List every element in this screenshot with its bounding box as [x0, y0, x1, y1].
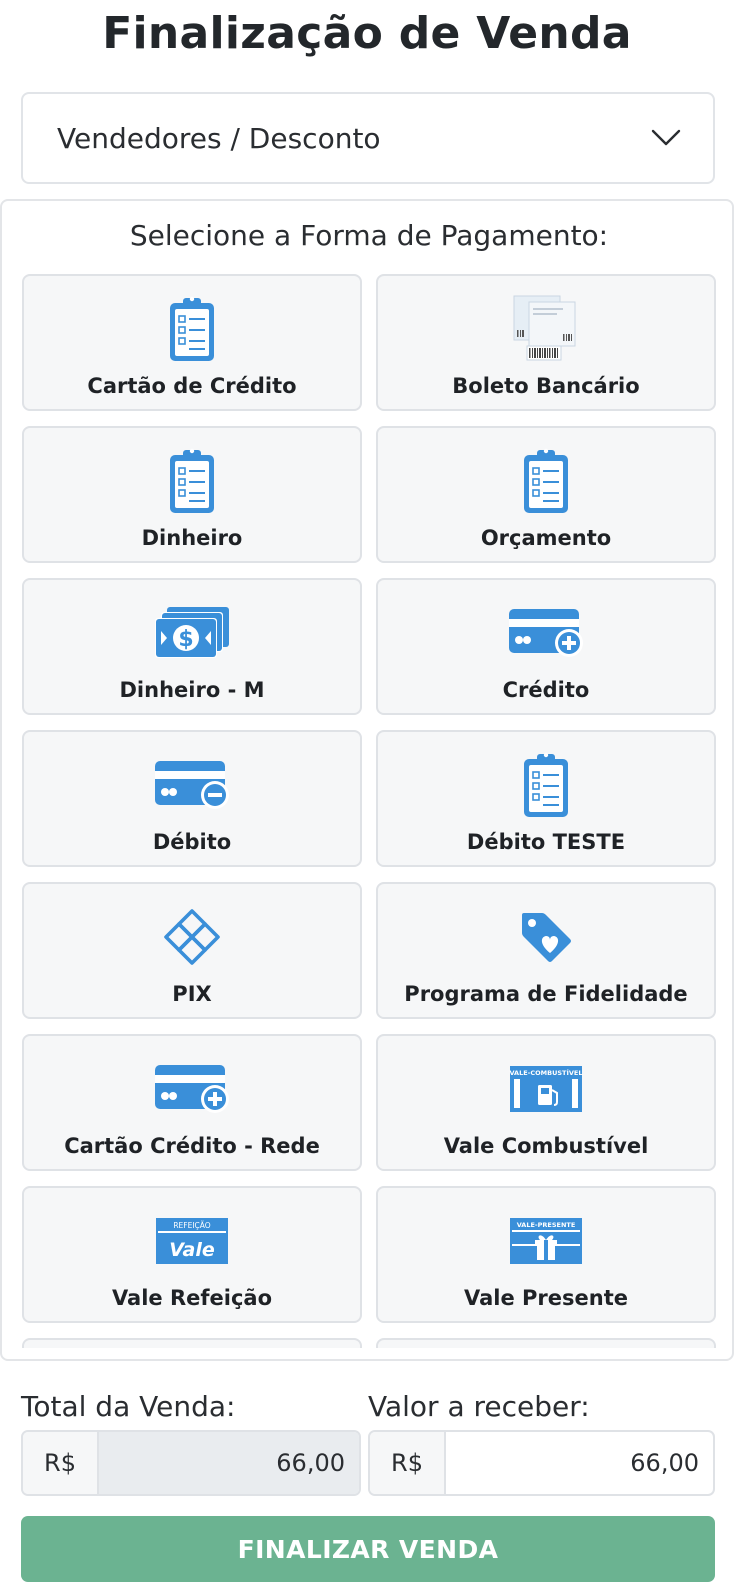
tag-heart-icon: [504, 900, 588, 974]
accordion-label: Vendedores / Desconto: [57, 121, 381, 155]
total-sale-value: 66,00: [99, 1432, 359, 1494]
payment-option-cartao-de-credito[interactable]: Cartão de Crédito: [22, 274, 362, 411]
currency-prefix: R$: [23, 1432, 99, 1494]
meal-voucher-icon: REFEIÇÃO Vale: [150, 1204, 234, 1278]
total-sale-label: Total da Venda:: [21, 1390, 236, 1423]
svg-text:VALE-COMBUSTÍVEL: VALE-COMBUSTÍVEL: [509, 1068, 582, 1077]
payment-option-boleto-bancario[interactable]: Boleto Bancário: [376, 274, 716, 411]
payment-option-label: PIX: [172, 982, 212, 1006]
fuel-voucher-icon: VALE-COMBUSTÍVEL: [504, 1052, 588, 1126]
clipboard-checklist-icon: [504, 444, 588, 518]
payment-option-vale-presente[interactable]: VALE-PRESENTE Vale Presente: [376, 1186, 716, 1323]
money-bills-icon: $: [150, 596, 234, 670]
payment-option-label: Cartão Crédito - Rede: [64, 1134, 320, 1158]
payment-option-label: Vale Presente: [464, 1286, 628, 1310]
payment-option-label: Vale Refeição: [111, 1286, 273, 1310]
payment-option-more[interactable]: [22, 1338, 362, 1348]
payment-option-vale-refeicao[interactable]: REFEIÇÃO Vale Vale Refeição: [22, 1186, 362, 1323]
payment-option-cartao-credito-rede[interactable]: Cartão Crédito - Rede: [22, 1034, 362, 1171]
svg-text:$: $: [178, 627, 193, 652]
clipboard-checklist-icon: [150, 444, 234, 518]
page-title: Finalização de Venda: [102, 8, 632, 59]
gift-voucher-icon: VALE-PRESENTE: [504, 1204, 588, 1278]
payment-option-label: Cartão de Crédito: [87, 374, 297, 398]
payment-option-debito-teste[interactable]: Débito TESTE: [376, 730, 716, 867]
amount-to-receive-field[interactable]: R$ 66,00: [368, 1430, 715, 1496]
payment-option-label: Orçamento: [480, 526, 612, 550]
boleto-barcode-icon: [504, 292, 588, 366]
svg-text:VALE-PRESENTE: VALE-PRESENTE: [517, 1221, 576, 1229]
payment-option-vale-combustivel[interactable]: VALE-COMBUSTÍVEL Vale Combustível: [376, 1034, 716, 1171]
payment-option-label: Dinheiro: [141, 526, 243, 550]
payment-option-orcamento[interactable]: Orçamento: [376, 426, 716, 563]
payment-panel: Selecione a Forma de Pagamento: Cartão d…: [0, 199, 734, 1361]
payment-option-dinheiro[interactable]: Dinheiro: [22, 426, 362, 563]
payment-option-label: Vale Combustível: [443, 1134, 649, 1158]
clipboard-checklist-icon: [150, 292, 234, 366]
svg-text:Vale: Vale: [169, 1239, 215, 1261]
payment-option-label: Programa de Fidelidade: [404, 982, 688, 1006]
payment-option-credito[interactable]: Crédito: [376, 578, 716, 715]
payment-option-more[interactable]: [376, 1338, 716, 1348]
payment-option-dinheiro-m[interactable]: $ Dinheiro - M: [22, 578, 362, 715]
payment-option-debito[interactable]: Débito: [22, 730, 362, 867]
card-plus-icon: [150, 1052, 234, 1126]
payment-option-label: Boleto Bancário: [452, 374, 640, 398]
payment-option-programa-de-fidelidade[interactable]: Programa de Fidelidade: [376, 882, 716, 1019]
chevron-down-icon: [651, 129, 681, 147]
currency-prefix: R$: [370, 1432, 446, 1494]
payment-option-label: Dinheiro - M: [119, 678, 265, 702]
pix-icon: [150, 900, 234, 974]
clipboard-checklist-icon: [504, 748, 588, 822]
card-minus-icon: [150, 748, 234, 822]
amount-to-receive-input[interactable]: 66,00: [446, 1432, 713, 1494]
svg-text:REFEIÇÃO: REFEIÇÃO: [173, 1221, 210, 1230]
payment-option-label: Débito: [152, 830, 232, 854]
card-plus-icon: [504, 596, 588, 670]
sellers-discount-accordion[interactable]: Vendedores / Desconto: [21, 92, 715, 184]
payment-option-pix[interactable]: PIX: [22, 882, 362, 1019]
payment-option-label: Crédito: [502, 678, 590, 702]
payment-option-label: Débito TESTE: [466, 830, 626, 854]
finalize-sale-button[interactable]: FINALIZAR VENDA: [21, 1516, 715, 1582]
total-sale-field: R$ 66,00: [21, 1430, 361, 1496]
amount-to-receive-label: Valor a receber:: [368, 1390, 590, 1423]
payment-options-grid: Cartão de Crédito Boleto Bancário Dinhei…: [22, 274, 716, 1348]
payment-section-title: Selecione a Forma de Pagamento:: [129, 219, 609, 252]
